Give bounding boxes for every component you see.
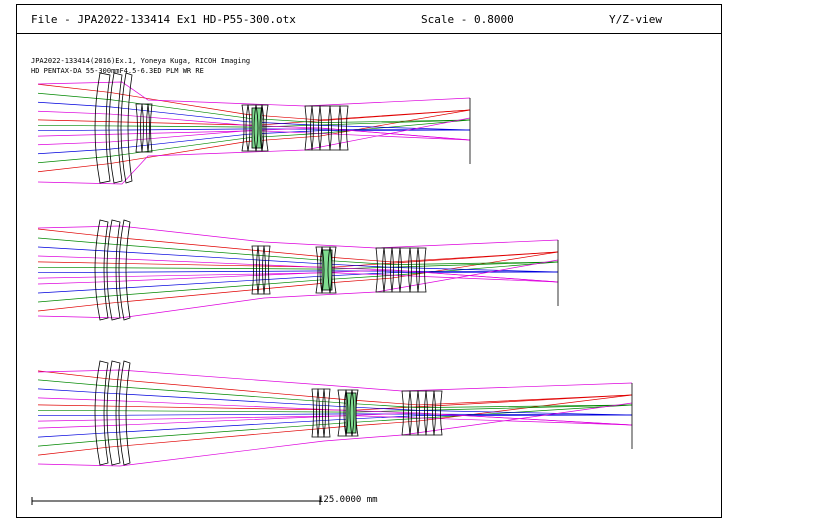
- group3-lens-0-0: [241, 104, 249, 152]
- group4-lens-1-3: [399, 247, 411, 293]
- group4-lens-1-5: [417, 247, 427, 293]
- group3-lens-1-0: [315, 246, 323, 294]
- group4-lens-2-0: [401, 390, 411, 436]
- ray-marginal-top-0: [37, 81, 471, 107]
- front-lens-1-1: [106, 219, 121, 321]
- ray-lower-2-2: [37, 414, 633, 438]
- group2-lens-2-0: [311, 388, 319, 438]
- group3-lens-2-0: [337, 389, 347, 437]
- front-lens-2-0: [94, 360, 109, 466]
- group2-lens-2-2: [323, 388, 331, 438]
- ray-upper-2-3: [37, 397, 633, 426]
- group4-lens-0-2: [319, 105, 331, 151]
- group2-lens-0-1: [141, 103, 149, 153]
- scale-bar-label: 125.0000 mm: [318, 495, 378, 505]
- front-lens-0-1: [108, 72, 123, 184]
- group2-lens-2-1: [317, 388, 325, 438]
- group2-lens-1-2: [263, 245, 271, 295]
- ray-traces: [37, 81, 633, 467]
- front-lens-1-0: [94, 219, 109, 321]
- group2-lens-1-0: [251, 245, 259, 295]
- group4-lens-2-3: [425, 390, 435, 436]
- group2-lens-1-1: [257, 245, 265, 295]
- front-lens-1-2: [118, 219, 131, 321]
- optical-layout: [31, 72, 633, 505]
- front-lens-0-0: [94, 72, 111, 184]
- group4-lens-2-4: [433, 390, 443, 436]
- group4-lens-0-4: [339, 105, 349, 151]
- front-lens-2-1: [106, 360, 121, 466]
- front-lens-2-2: [118, 360, 131, 466]
- group2-lens-0-0: [135, 103, 143, 153]
- scale-bar: [31, 497, 321, 505]
- group4-lens-1-0: [375, 247, 385, 293]
- front-lens-0-2: [120, 72, 133, 184]
- group3-lens-0-3: [261, 104, 269, 152]
